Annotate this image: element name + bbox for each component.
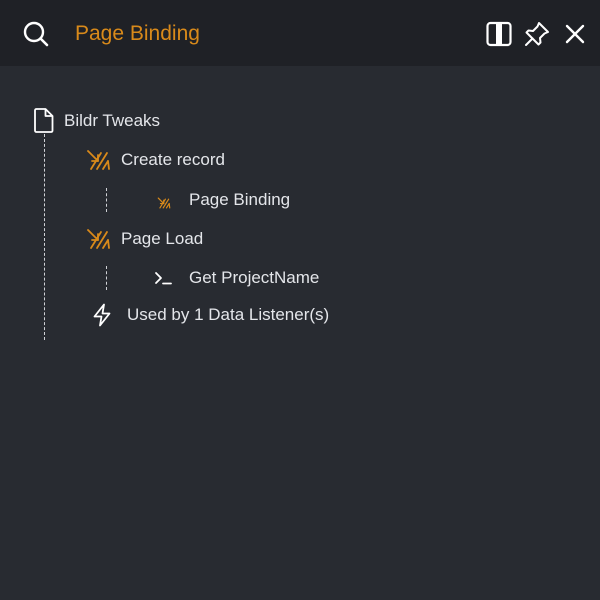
tree-item-label: Create record [121,150,225,169]
tree-connector-root [44,134,45,340]
split-panel-icon[interactable] [485,20,513,48]
tree-subitem-label: Get ProjectName [189,268,320,287]
header-bar: Page Binding [0,0,600,66]
lightning-icon [92,303,112,327]
tree-subitem-get-projectname[interactable]: Get ProjectName [154,268,319,288]
data-listener-item[interactable]: Used by 1 Data Listener(s) [92,303,329,327]
page-title: Page Binding [75,22,200,45]
search-icon[interactable] [22,20,50,48]
action-flow-icon [86,228,111,250]
tree-connector-page-load [106,266,107,290]
tree-item-create-record[interactable]: Create record [86,149,225,171]
tree-root-label: Bildr Tweaks [64,110,161,130]
tree-item-label: Page Load [121,229,204,248]
action-flow-icon [157,194,171,209]
tree-item-page-load[interactable]: Page Load [86,228,203,250]
tree-connector-create-record [106,188,107,212]
data-listener-label: Used by 1 Data Listener(s) [127,305,330,324]
document-icon [33,108,54,133]
tree-subitem-label: Page Binding [189,190,291,209]
tree-subitem-page-binding[interactable]: Page Binding [157,190,290,210]
terminal-icon [154,270,172,286]
tree-root-item[interactable]: Bildr Tweaks [33,108,160,133]
pin-icon[interactable] [523,20,551,48]
action-flow-icon [86,149,111,171]
close-icon[interactable] [561,20,589,48]
